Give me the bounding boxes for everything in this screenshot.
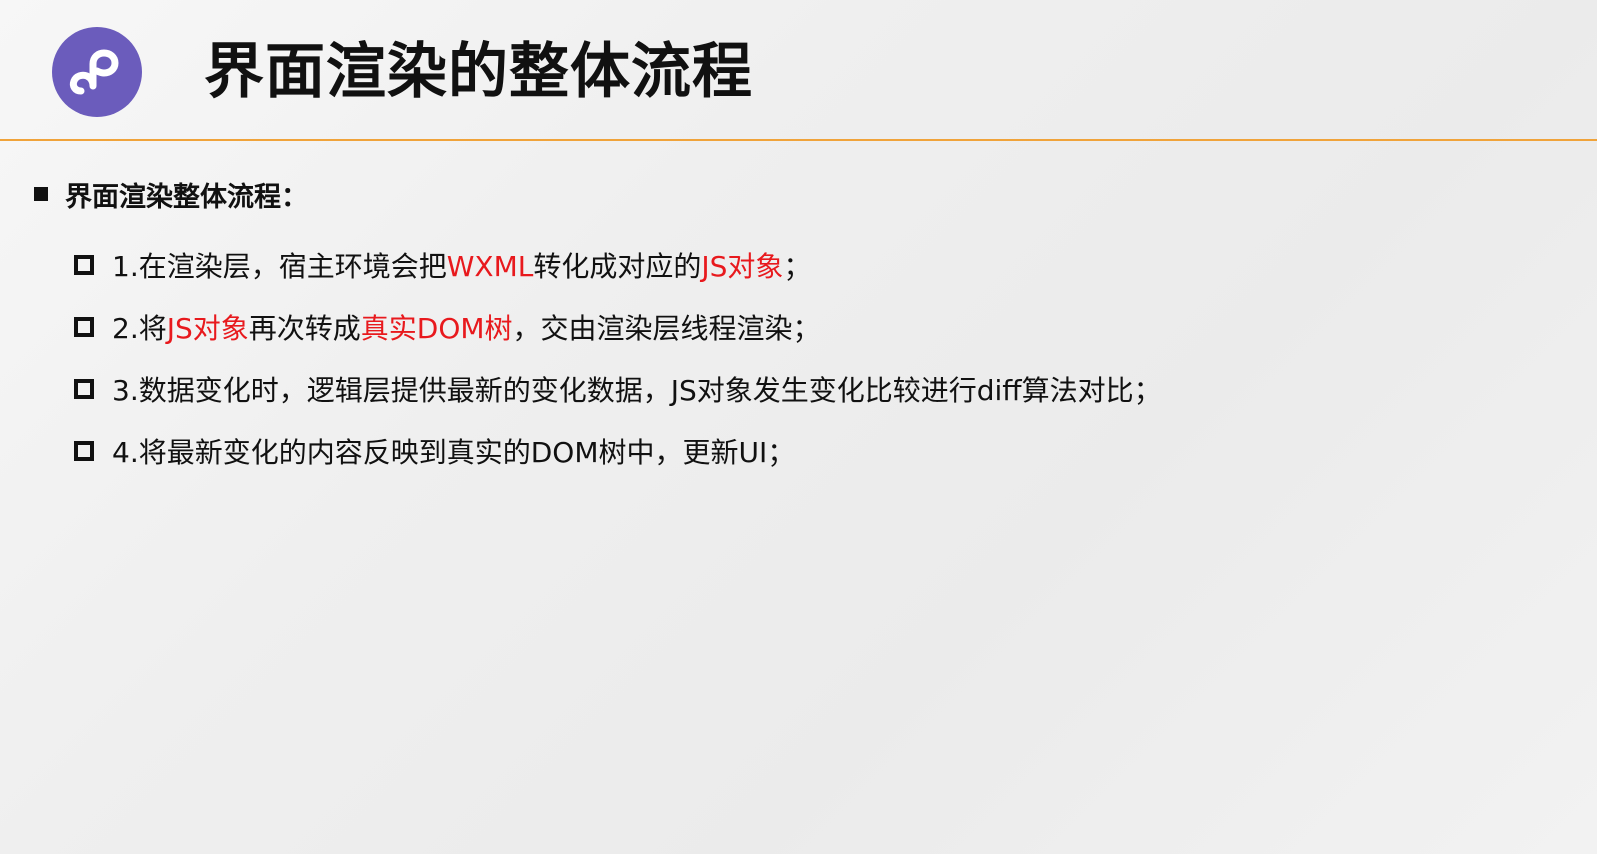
step-text-segment: 转化成对应的 [533, 250, 702, 283]
highlighted-term: WXML [446, 250, 534, 283]
step-text-segment: 再次转成 [248, 312, 361, 345]
section-heading-text: 界面渲染整体流程： [65, 181, 308, 213]
process-step-item: 3.数据变化时，逻辑层提供最新的变化数据，JS对象发生变化比较进行diff算法对… [74, 358, 1162, 420]
step-text-segment: 4.将最新变化的内容反映到真实的DOM树中，更新UI； [112, 436, 796, 469]
square-bullet-icon [34, 187, 48, 201]
highlighted-term: JS对象 [701, 250, 784, 283]
content-section: 界面渲染整体流程： 1.在渲染层，宿主环境会把WXML转化成对应的JS对象； 2.… [34, 176, 1162, 469]
process-step-list: 1.在渲染层，宿主环境会把WXML转化成对应的JS对象； 2.将JS对象再次转成真… [74, 234, 1162, 482]
process-step-text: 2.将JS对象再次转成真实DOM树，交由渲染层线程渲染； [112, 307, 821, 347]
step-text-segment: 3.数据变化时，逻辑层提供最新的变化数据，JS对象发生变化比较进行diff算法对… [112, 374, 1162, 407]
step-text-segment: 1.在渲染层，宿主环境会把 [112, 250, 447, 283]
slide-header: 界面渲染的整体流程 [0, 0, 1597, 140]
page-title: 界面渲染的整体流程 [204, 37, 753, 107]
process-step-item: 4.将最新变化的内容反映到真实的DOM树中，更新UI； [74, 420, 1162, 482]
slide: 界面渲染的整体流程 界面渲染整体流程： 1.在渲染层，宿主环境会把WXML转化成… [0, 0, 1597, 854]
mini-program-logo-icon [52, 27, 142, 117]
step-text-segment: ，交由渲染层线程渲染； [512, 312, 821, 345]
process-step-item: 1.在渲染层，宿主环境会把WXML转化成对应的JS对象； [74, 234, 1162, 296]
highlighted-term: JS对象 [166, 312, 249, 345]
hollow-square-bullet-icon [74, 255, 94, 275]
step-text-segment: ； [783, 250, 812, 283]
process-step-text: 1.在渲染层，宿主环境会把WXML转化成对应的JS对象； [112, 245, 811, 285]
hollow-square-bullet-icon [74, 379, 94, 399]
process-step-text: 4.将最新变化的内容反映到真实的DOM树中，更新UI； [112, 431, 795, 471]
step-text-segment: 2.将 [112, 312, 167, 345]
highlighted-term: 真实DOM树 [360, 312, 513, 345]
hollow-square-bullet-icon [74, 317, 94, 337]
title-divider [0, 139, 1597, 141]
process-step-item: 2.将JS对象再次转成真实DOM树，交由渲染层线程渲染； [74, 296, 1162, 358]
section-heading: 界面渲染整体流程： [34, 176, 308, 213]
process-step-text: 3.数据变化时，逻辑层提供最新的变化数据，JS对象发生变化比较进行diff算法对… [112, 369, 1162, 409]
hollow-square-bullet-icon [74, 441, 94, 461]
